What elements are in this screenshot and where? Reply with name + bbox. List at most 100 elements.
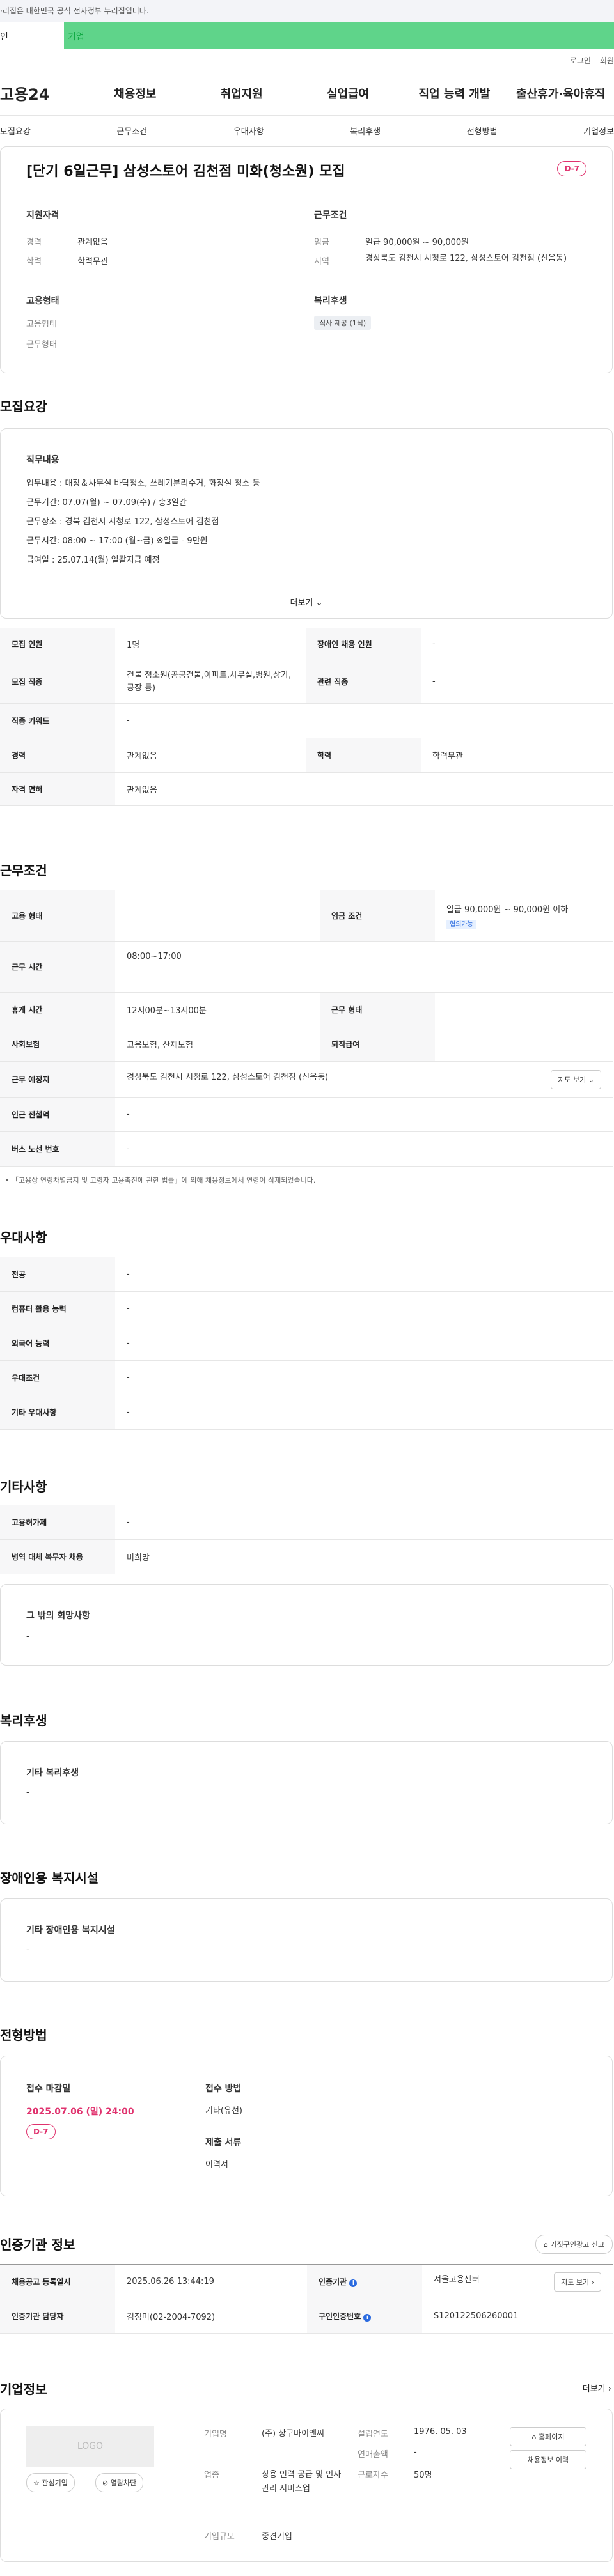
disability-box-value: -: [26, 1945, 29, 1955]
wage-cell: 일급 90,000원 ~ 90,000원 이하협의가능: [435, 890, 613, 942]
lnb-preference[interactable]: 우대사항: [233, 125, 264, 137]
method-label: 접수 방법: [205, 2084, 242, 2094]
etc-card: 그 밖의 희망사항 -: [0, 1584, 613, 1666]
lnb-welfare[interactable]: 복리후생: [350, 125, 381, 137]
duty-line: 급여일 : 25.07.14(월) 일괄지급 예정: [26, 555, 160, 565]
td: 08:00~17:00: [115, 941, 613, 993]
homepage-label: 홈페이지: [539, 2433, 565, 2441]
td: -: [421, 660, 613, 704]
company-more-link[interactable]: 더보기 ›: [583, 2382, 611, 2394]
td: -: [115, 1360, 613, 1395]
th-label: 인증기관: [319, 2277, 347, 2286]
company-name-value: (주) 상구마이엔씨: [262, 2429, 324, 2439]
th: 휴게 시간: [0, 992, 115, 1027]
table-row: 고용허가제 -: [0, 1505, 613, 1540]
disability-heading: 장애인용 복지시설: [0, 1870, 99, 1886]
industry-value: 상용 인력 공급 및 인사관리 서비스업: [262, 2470, 342, 2494]
homepage-button[interactable]: ⌂ 홈페이지: [510, 2427, 586, 2446]
th: 인증기관 담당자: [0, 2299, 115, 2334]
job-summary-card: [단기 6일근무] 삼성스토어 김천점 미화(청소원) 모집 D-7 지원자격 …: [0, 146, 613, 373]
th: 임금 조건: [320, 890, 435, 942]
recruit-table: 모집 인원 1명 장애인 채용 인원 - 모집 직종 건물 청소원(공공건물,아파트,사…: [0, 628, 613, 806]
founded-label: 설립연도: [358, 2430, 388, 2439]
job-history-button[interactable]: 채용정보 이력: [510, 2450, 586, 2469]
welfare-box-title: 기타 복리후생: [26, 1768, 79, 1778]
documents-value: 이력서: [205, 2160, 228, 2169]
auth-table: 채용공고 등록일시 2025.06.26 13:44:19 인증기관 i 서울고용센터…: [0, 2264, 613, 2334]
company-logo: LOGO: [26, 2426, 154, 2467]
recruit-heading: 모집요강: [0, 399, 47, 414]
gnb-item-benefit[interactable]: 실업급여: [295, 85, 401, 102]
home-icon: ⌂: [531, 2433, 537, 2441]
auth-map-button[interactable]: 지도 보기 ›: [554, 2272, 601, 2292]
career-value: 관계없음: [77, 238, 108, 247]
user-type-tabs: 인 기업: [0, 22, 614, 49]
map-button[interactable]: 지도 보기 ⌄: [551, 1069, 601, 1089]
auth-number-th: 구인인증번호 i: [307, 2299, 422, 2334]
welfare-heading: 복리후생: [314, 296, 347, 306]
gnb-item-employment[interactable]: 취업지원: [188, 85, 294, 102]
login-link[interactable]: 로그인: [570, 55, 591, 66]
lnb-screening[interactable]: 전형방법: [467, 125, 498, 137]
th-label: 구인인증번호: [319, 2312, 361, 2321]
table-row: 근무 예정지 경상북도 김천시 시청로 122, 삼성스토어 김천점 (신음동) 지…: [0, 1061, 613, 1098]
lnb-company[interactable]: 기업정보: [583, 125, 614, 137]
td: 1명: [115, 628, 306, 660]
block-view-button[interactable]: ⊘ 열람차단: [95, 2473, 144, 2492]
info-icon[interactable]: i: [363, 2314, 372, 2322]
th: 근무 예정지: [0, 1061, 115, 1098]
report-ad-button[interactable]: ⌂ 거짓구인광고 신고: [535, 2235, 613, 2254]
favorite-company-button[interactable]: ☆ 관심기업: [26, 2473, 75, 2492]
company-size-label: 기업규모: [204, 2532, 235, 2541]
gnb-item-leave[interactable]: 출산휴가·육아휴직: [508, 85, 614, 102]
td: 2025.06.26 13:44:19: [115, 2264, 307, 2299]
auth-heading: 인증기관 정보: [0, 2237, 75, 2253]
gnb-item-training[interactable]: 직업 능력 개발: [401, 85, 507, 102]
td: 건물 청소원(공공건물,아파트,사무실,병원,상가,공장 등): [115, 660, 306, 704]
gnb-item-jobs[interactable]: 채용정보: [82, 85, 188, 102]
conditions-section-heading: 근무조건: [0, 863, 47, 878]
tab-company[interactable]: 기업: [64, 22, 614, 49]
th: 인근 전철역: [0, 1097, 115, 1132]
util-links: 로그인 회원: [0, 49, 614, 71]
lnb-conditions[interactable]: 근무조건: [116, 125, 147, 137]
negotiable-tag: 협의가능: [446, 920, 476, 929]
more-button[interactable]: 더보기 ⌄: [1, 584, 612, 618]
td: -: [115, 1131, 613, 1167]
th: 자격 면허: [0, 772, 115, 806]
th: 모집 인원: [0, 628, 115, 660]
info-icon[interactable]: i: [349, 2279, 358, 2287]
chevron-down-icon: ⌄: [588, 1075, 594, 1084]
table-row: 고용 형태 임금 조건 일급 90,000원 ~ 90,000원 이하 협의가능: [0, 890, 613, 942]
welfare-card: 기타 복리후생 -: [0, 1741, 613, 1824]
td: [115, 890, 320, 942]
education-label: 학력: [26, 257, 42, 267]
th: 기타 우대사항: [0, 1395, 115, 1430]
th: 근무 시간: [0, 941, 115, 993]
welfare-section-heading: 복리후생: [0, 1713, 47, 1728]
signup-link[interactable]: 회원: [600, 55, 614, 66]
lnb-recruit[interactable]: 모집요강: [0, 125, 31, 137]
tab-individual[interactable]: 인: [0, 22, 64, 49]
auth-map-label: 지도 보기: [561, 2277, 590, 2286]
place-value: 경상북도 김천시 시청로 122, 삼성스토어 김천점 (신음동): [127, 1072, 329, 1082]
deadline-dday-badge: D-7: [26, 2124, 56, 2139]
block-label: 열람차단: [110, 2479, 137, 2487]
company-card: LOGO ☆ 관심기업 ⊘ 열람차단 기업명 (주) 상구마이엔씨 업종 상용 …: [0, 2409, 613, 2562]
th: 외국어 능력: [0, 1326, 115, 1361]
company-heading: 기업정보: [0, 2382, 47, 2397]
site-logo[interactable]: 고용24: [0, 82, 82, 104]
table-row: 인증기관 담당자 김정미(02-2004-7092) 구인인증번호 i S120122…: [0, 2299, 613, 2334]
report-ad-label: 거짓구인광고 신고: [550, 2240, 604, 2249]
documents-label: 제출 서류: [205, 2138, 242, 2148]
td: -: [115, 703, 613, 738]
favorite-label: 관심기업: [42, 2479, 68, 2487]
wage-value: 일급 90,000원 ~ 90,000원 이하: [446, 905, 569, 915]
th: 우대조건: [0, 1360, 115, 1395]
employees-label: 근로자수: [358, 2471, 388, 2480]
td: -: [421, 628, 613, 660]
screening-heading: 전형방법: [0, 2028, 47, 2043]
td: -: [115, 1395, 613, 1430]
disability-card: 기타 장애인용 복지시설 -: [0, 1898, 613, 1982]
founded-value: 1976. 05. 03: [414, 2427, 467, 2437]
